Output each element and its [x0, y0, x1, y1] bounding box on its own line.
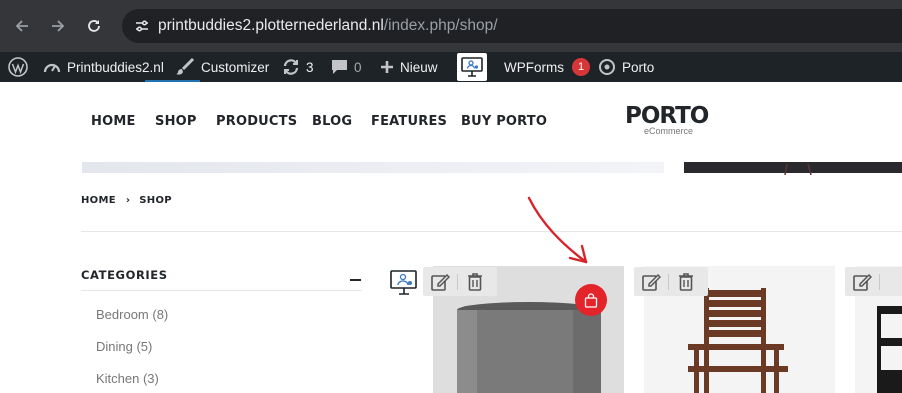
updates-icon: [283, 59, 299, 75]
tool-separator: [457, 273, 458, 290]
chevron-right-icon: ›: [125, 195, 131, 206]
breadcrumb: HOME › SHOP: [81, 195, 172, 206]
site-name-label: Printbuddies2.nl: [67, 59, 164, 75]
categories-title: CATEGORIES: [81, 268, 168, 282]
back-arrow-icon[interactable]: [10, 14, 34, 38]
site-settings-icon[interactable]: [134, 18, 150, 39]
forward-arrow-icon[interactable]: [46, 14, 70, 38]
customizer-label: Customizer: [201, 59, 270, 75]
wpforms-notification-badge: 1: [572, 58, 590, 76]
product-edit-tools: [845, 267, 902, 296]
adminbar-customizer[interactable]: Customizer: [175, 52, 269, 82]
hero-banner-image: [684, 162, 902, 176]
menu-item-blog[interactable]: BLOG: [312, 114, 352, 129]
url-path: /index.php/shop/: [383, 17, 498, 34]
adminbar-updates[interactable]: 3: [282, 52, 314, 82]
adminbar-porto[interactable]: Porto: [598, 52, 654, 82]
menu-item-shop[interactable]: SHOP: [155, 114, 197, 129]
porto-label: Porto: [622, 59, 655, 75]
breadcrumb-home[interactable]: HOME: [81, 195, 116, 206]
add-to-cart-button[interactable]: [575, 284, 607, 316]
plus-icon: [381, 61, 393, 73]
category-item-kitchen[interactable]: Kitchen (3): [96, 371, 159, 386]
content-divider: [81, 231, 902, 232]
new-label: Nieuw: [400, 59, 438, 75]
collapse-minus-icon[interactable]: [350, 279, 361, 281]
tool-separator: [879, 273, 880, 290]
paintbrush-icon: [176, 58, 195, 75]
wp-admin-bar: Printbuddies2.nl Customizer 3 0 Nieuw WP…: [0, 52, 902, 82]
menu-item-home[interactable]: HOME: [91, 114, 136, 129]
category-item-dining[interactable]: Dining (5): [96, 339, 152, 354]
menu-item-products[interactable]: PRODUCTS: [216, 114, 297, 129]
shopping-bag-icon: [584, 292, 598, 308]
product-edit-tools: [423, 267, 497, 296]
browser-toolbar: printbuddies2.plotternederland.nl/index.…: [0, 0, 902, 52]
categories-divider: [81, 290, 362, 291]
comment-bubble-icon: [332, 60, 347, 74]
porto-circle-icon: [599, 59, 615, 75]
adminbar-site-name[interactable]: Printbuddies2.nl: [43, 52, 164, 82]
monitor-user-icon: [461, 57, 483, 77]
url-text: printbuddies2.plotternederland.nl/index.…: [158, 17, 498, 35]
adminbar-editor-icon[interactable]: [457, 52, 487, 82]
product-edit-tools: [634, 267, 708, 296]
edit-pencil-icon[interactable]: [429, 271, 451, 293]
category-item-bedroom[interactable]: Bedroom (8): [96, 307, 168, 322]
url-host: printbuddies2.plotternederland.nl: [158, 17, 384, 34]
wordpress-logo-icon[interactable]: [8, 52, 28, 82]
annotation-arrow-icon: [527, 196, 588, 264]
breadcrumb-current: SHOP: [139, 195, 172, 206]
monitor-user-icon[interactable]: [389, 269, 419, 302]
edit-pencil-icon[interactable]: [640, 271, 662, 293]
menu-item-buy-porto[interactable]: BUY PORTO: [461, 114, 547, 129]
adminbar-comments[interactable]: 0: [331, 52, 362, 82]
edit-pencil-icon[interactable]: [851, 271, 873, 293]
adminbar-wpforms[interactable]: WPForms 1: [504, 52, 590, 82]
menu-item-features[interactable]: FEATURES: [371, 114, 447, 129]
logo-main-text: PORTO: [625, 103, 709, 129]
hero-banner-slide: [82, 162, 664, 173]
wpforms-label: WPForms: [504, 59, 564, 75]
reload-icon[interactable]: [82, 14, 106, 38]
adminbar-new[interactable]: Nieuw: [380, 52, 438, 82]
comments-count: 0: [354, 59, 362, 75]
tool-separator: [668, 273, 669, 290]
trash-icon[interactable]: [464, 271, 486, 293]
trash-icon[interactable]: [675, 271, 697, 293]
updates-count: 3: [306, 59, 314, 75]
address-bar[interactable]: printbuddies2.plotternederland.nl/index.…: [122, 9, 902, 43]
site-header: HOME SHOP PRODUCTS BLOG FEATURES BUY POR…: [0, 82, 902, 162]
site-logo[interactable]: PORTO eCommerce: [625, 103, 709, 136]
dashboard-gauge-icon: [43, 63, 61, 73]
